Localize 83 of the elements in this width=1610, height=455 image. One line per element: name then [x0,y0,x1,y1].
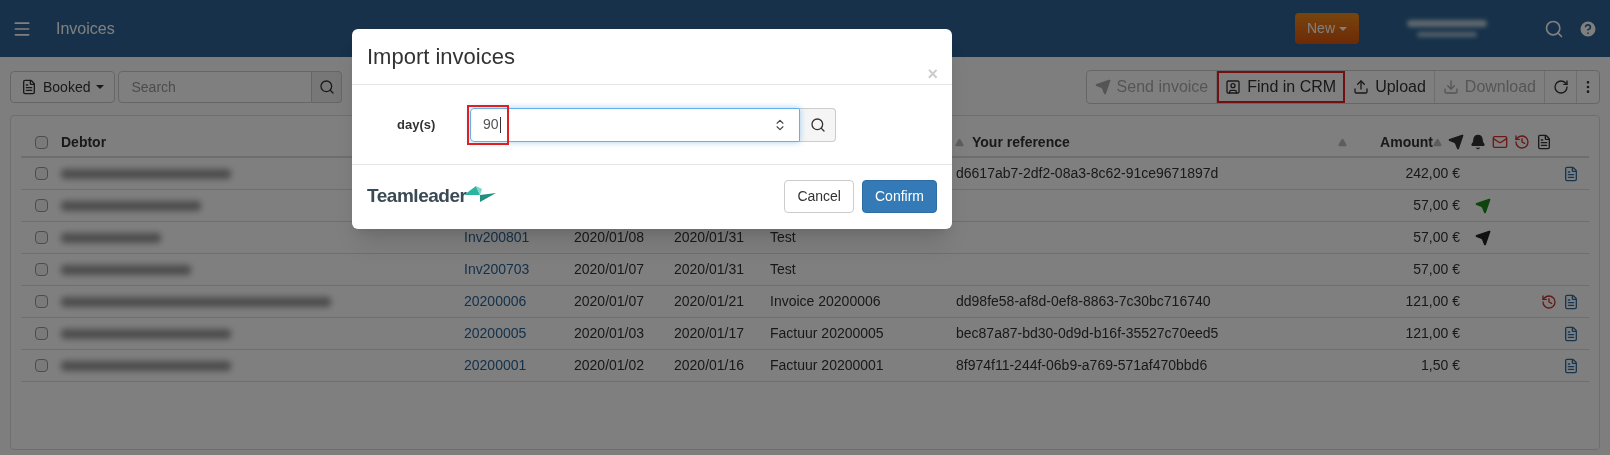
mail-icon [1492,134,1508,150]
send-icon [1475,229,1491,246]
pdf-icon [1536,134,1552,150]
table-cell: 2020/01/07 [574,293,645,309]
filter-dropdown[interactable]: Booked [10,71,116,103]
column-header: Debtor [61,132,108,152]
toolbar-button[interactable]: Upload [1345,71,1435,103]
table-cell: d6617ab7-2df2-08a3-8c62-91ce9671897d [956,165,1219,181]
caret-icon [96,85,105,89]
invoice-link[interactable]: Inv200703 [464,261,530,277]
history-icon [1514,134,1530,150]
confirm-button[interactable]: Confirm [862,179,937,213]
table-cell: 242,00 € [1405,165,1460,181]
cancel-button[interactable]: Cancel [784,179,854,213]
toolbar-button[interactable]: Find in CRM [1217,71,1346,103]
invoice-link[interactable]: 20200006 [464,293,527,309]
refresh-icon [1552,79,1569,95]
table-cell: Test [770,229,796,245]
checkbox[interactable] [34,199,48,212]
checkbox[interactable] [34,295,48,308]
checkbox[interactable] [34,263,48,276]
table-cell: 2020/01/31 [674,261,745,277]
table-cell: dd98fe58-af8d-0ef8-8863-7c30bc716740 [956,293,1211,309]
new-button[interactable]: New [1295,13,1359,44]
table-cell: 2020/01/07 [574,261,645,277]
checkbox[interactable] [34,359,48,372]
table-cell: Test [770,261,796,277]
pdf-icon[interactable] [1563,293,1579,310]
days-field[interactable]: 90 [470,107,800,142]
column-header: Amount [1379,132,1433,152]
column-header: Your reference [972,132,1071,152]
sort-icon[interactable] [955,137,964,147]
bell-icon [1470,134,1486,150]
table-cell: 121,00 € [1405,293,1460,309]
invoice-link[interactable]: 20200005 [464,325,527,341]
table-cell: 1,50 € [1421,357,1460,373]
table-cell: 2020/01/02 [574,357,645,373]
send-icon [1094,79,1111,95]
dialog-title: Import invoices [367,43,515,71]
table-cell: bec87a87-bd30-0d9d-b16f-35527c70eed5 [956,325,1219,341]
table-cell: 57,00 € [1413,197,1460,213]
help-icon[interactable] [1578,18,1598,39]
table-cell: 8f974f11-244f-06b9-a769-571af470bbd6 [956,357,1208,373]
field-value: 90 [483,115,499,134]
table-cell: 57,00 € [1413,229,1460,245]
upload-icon [1353,79,1370,95]
checkbox[interactable] [34,327,48,340]
table-cell: 2020/01/08 [574,229,645,245]
table-cell: 2020/01/31 [674,229,745,245]
document-icon [21,79,37,95]
table-cell: 2020/01/16 [674,357,745,373]
contact-icon [1225,79,1242,95]
pdf-icon[interactable] [1563,325,1579,342]
download-icon [1442,79,1459,95]
invoice-link[interactable]: Inv200801 [464,229,530,245]
pdf-icon[interactable] [1563,357,1579,374]
table-cell: 57,00 € [1413,261,1460,277]
checkbox[interactable] [34,231,48,244]
send-icon [1448,134,1464,150]
table-cell: Factuur 20200001 [770,357,884,373]
sort-icon[interactable] [1433,137,1442,147]
caret-icon [1339,26,1347,31]
table-cell: 2020/01/03 [574,325,645,341]
search-icon[interactable] [1544,18,1564,39]
logo: Teamleader [367,181,497,211]
pdf-icon[interactable] [1563,165,1579,182]
page-title: Invoices [56,18,115,39]
table-cell: 2020/01/17 [674,325,745,341]
field-label: day(s) [397,115,437,134]
invoice-link[interactable]: 20200001 [464,357,527,373]
table-cell: 121,00 € [1405,325,1460,341]
table-cell: Factuur 20200005 [770,325,884,341]
checkbox[interactable] [34,135,48,149]
checkbox[interactable] [34,167,48,180]
search-button[interactable] [800,107,836,142]
search-icon [809,116,826,133]
table-cell: Invoice 20200006 [770,293,881,309]
search-icon [319,79,335,95]
send-icon [1475,197,1491,214]
search-button[interactable] [312,71,343,103]
history-icon [1541,293,1557,310]
table-cell: 2020/01/21 [674,293,745,309]
sort-icon[interactable] [1338,137,1347,147]
